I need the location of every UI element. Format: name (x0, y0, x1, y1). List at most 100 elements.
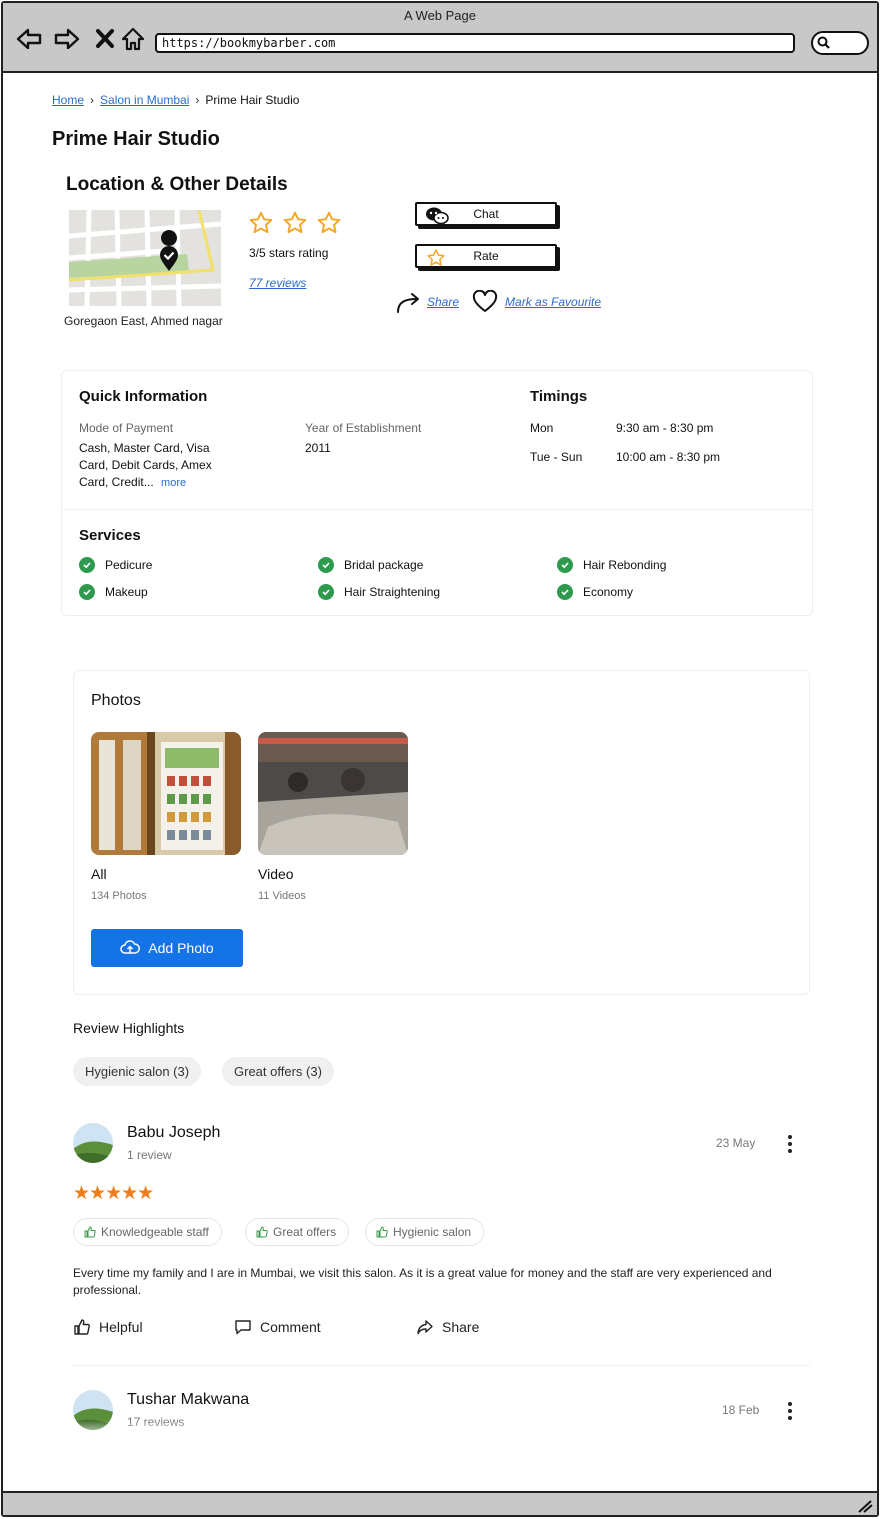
album-count: 11 Videos (258, 890, 306, 902)
rating-stars[interactable] (248, 210, 342, 236)
check-icon (318, 557, 334, 573)
photos-title: Photos (91, 692, 141, 709)
check-icon (557, 557, 573, 573)
heart-icon[interactable] (471, 290, 499, 314)
payment-line: Cash, Master Card, Visa (79, 441, 210, 455)
helpful-label: Helpful (99, 1319, 143, 1335)
window-title: A Web Page (403, 8, 477, 23)
service-item: Hair Rebonding (557, 557, 666, 573)
service-label: Makeup (105, 585, 148, 599)
review-tag-label: Hygienic salon (393, 1225, 472, 1239)
salon-shelf-photo (91, 732, 241, 855)
location-section-title: Location & Other Details (66, 174, 288, 195)
review-divider (73, 1365, 810, 1366)
service-label: Bridal package (344, 558, 424, 572)
rating-text: 3/5 stars rating (249, 246, 329, 260)
check-icon (79, 584, 95, 600)
address-text: Goregaon East, Ahmed nagar (64, 314, 223, 328)
map-graphic (69, 210, 221, 306)
review-share-button[interactable]: Share (416, 1318, 479, 1336)
thumbs-up-icon (74, 1319, 90, 1335)
breadcrumb-separator: › (195, 93, 200, 107)
scroll-fade (44, 1420, 830, 1440)
breadcrumb-separator: › (90, 93, 95, 107)
payment-line: Card, Credit... (79, 475, 154, 489)
chat-button[interactable]: Chat (415, 202, 557, 226)
more-options-icon[interactable] (787, 1135, 793, 1153)
more-options-icon[interactable] (787, 1402, 793, 1420)
search-icon (817, 36, 830, 49)
review-date: 18 Feb (722, 1403, 760, 1417)
map-pin-icon (160, 246, 178, 271)
breadcrumb-home-link[interactable]: Home (52, 93, 84, 107)
timing-day: Tue - Sun (530, 450, 583, 464)
comment-button[interactable]: Comment (234, 1318, 321, 1336)
timings-title: Timings (530, 388, 588, 405)
service-label: Pedicure (105, 558, 153, 572)
album-name[interactable]: All (91, 866, 107, 882)
reviewer-name[interactable]: Tushar Makwana (127, 1391, 249, 1409)
photo-thumbnail-video[interactable] (258, 732, 408, 855)
payment-line-last: Card, Credit... more (79, 474, 186, 493)
review-date: 23 May (716, 1136, 756, 1150)
service-label: Economy (583, 585, 634, 599)
thumbs-up-icon (84, 1226, 96, 1238)
review-stars: ★★★★★ (73, 1183, 154, 1204)
home-icon[interactable] (119, 25, 147, 53)
album-name[interactable]: Video (258, 866, 294, 882)
share-icon (417, 1320, 433, 1335)
salon-interior-photo (258, 732, 408, 855)
check-icon (79, 557, 95, 573)
rate-label: Rate (473, 249, 499, 263)
album-count: 134 Photos (91, 890, 147, 902)
avatar (73, 1123, 113, 1163)
established-value: 2011 (305, 441, 331, 455)
browser-toolbar: A Web Page https://bookmybarber.com (3, 3, 877, 73)
rate-button[interactable]: Rate (415, 244, 557, 268)
forward-icon[interactable] (53, 25, 81, 53)
service-item: Hair Straightening (318, 584, 440, 600)
star-outline-icon (249, 211, 273, 234)
location-map[interactable] (69, 210, 221, 306)
services-title: Services (79, 527, 141, 544)
review-highlights-title: Review Highlights (73, 1020, 185, 1036)
share-link[interactable]: Share (427, 295, 459, 309)
review-tag-label: Great offers (273, 1225, 337, 1239)
more-link[interactable]: more (161, 477, 186, 489)
resize-grip-icon[interactable] (855, 1499, 873, 1513)
quick-info-title: Quick Information (79, 388, 208, 405)
card-divider (62, 509, 812, 510)
share-favourite-row: Share Mark as Favourite (395, 290, 601, 314)
photo-thumbnail-all[interactable] (91, 732, 241, 855)
check-icon (318, 584, 334, 600)
comment-icon (235, 1320, 251, 1335)
add-photo-button[interactable]: Add Photo (91, 929, 243, 967)
upload-cloud-icon (120, 940, 141, 954)
thumbs-up-icon (376, 1226, 388, 1238)
established-label: Year of Establishment (305, 421, 422, 435)
page-title: Prime Hair Studio (52, 128, 220, 150)
share-arrow-icon[interactable] (395, 290, 423, 314)
breadcrumb: Home › Salon in Mumbai › Prime Hair Stud… (52, 93, 299, 107)
browser-search[interactable] (811, 31, 869, 55)
service-label: Hair Rebonding (583, 558, 667, 572)
back-icon[interactable] (15, 25, 43, 53)
highlight-chip[interactable]: Hygienic salon (3) (73, 1057, 202, 1086)
reviewer-name[interactable]: Babu Joseph (127, 1124, 220, 1142)
reviews-link[interactable]: 77 reviews (249, 276, 306, 290)
close-icon[interactable] (91, 25, 119, 53)
timing-hours: 9:30 am - 8:30 pm (616, 421, 714, 435)
highlight-chip[interactable]: Great offers (3) (222, 1057, 334, 1086)
address-bar[interactable]: https://bookmybarber.com (155, 33, 795, 53)
favourite-link[interactable]: Mark as Favourite (505, 295, 601, 309)
breadcrumb-city-link[interactable]: Salon in Mumbai (100, 93, 189, 107)
thumbs-up-icon (256, 1226, 268, 1238)
review-tag-label: Knowledgeable staff (101, 1225, 209, 1239)
reviewer-review-count: 1 review (127, 1148, 172, 1162)
chat-label: Chat (473, 207, 499, 221)
helpful-button[interactable]: Helpful (73, 1318, 143, 1336)
service-item: Pedicure (79, 557, 152, 573)
quick-info-card: Quick Information Mode of Payment Cash, … (61, 370, 813, 616)
service-label: Hair Straightening (344, 585, 441, 599)
service-item: Economy (557, 584, 633, 600)
